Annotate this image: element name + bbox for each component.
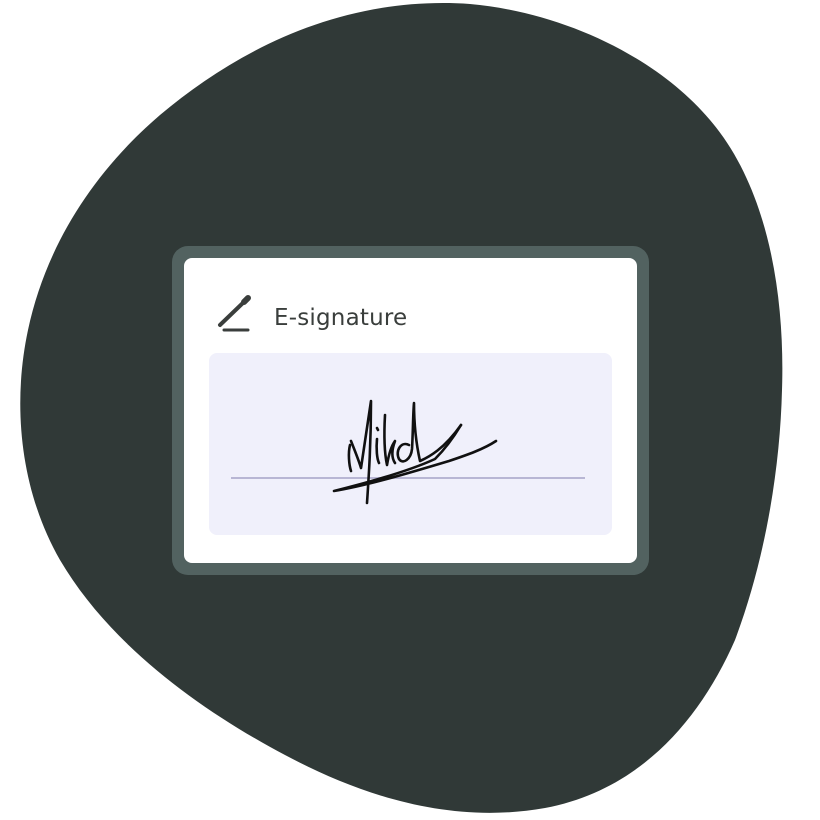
- pen-icon: [212, 294, 260, 342]
- signature-card-frame: E-signature: [172, 246, 649, 575]
- signature-card: E-signature: [184, 258, 637, 563]
- card-header: E-signature: [212, 294, 408, 342]
- handwritten-signature: [332, 399, 498, 505]
- card-title: E-signature: [274, 305, 408, 331]
- signature-pad[interactable]: [209, 353, 612, 535]
- illustration: E-signature: [0, 0, 820, 820]
